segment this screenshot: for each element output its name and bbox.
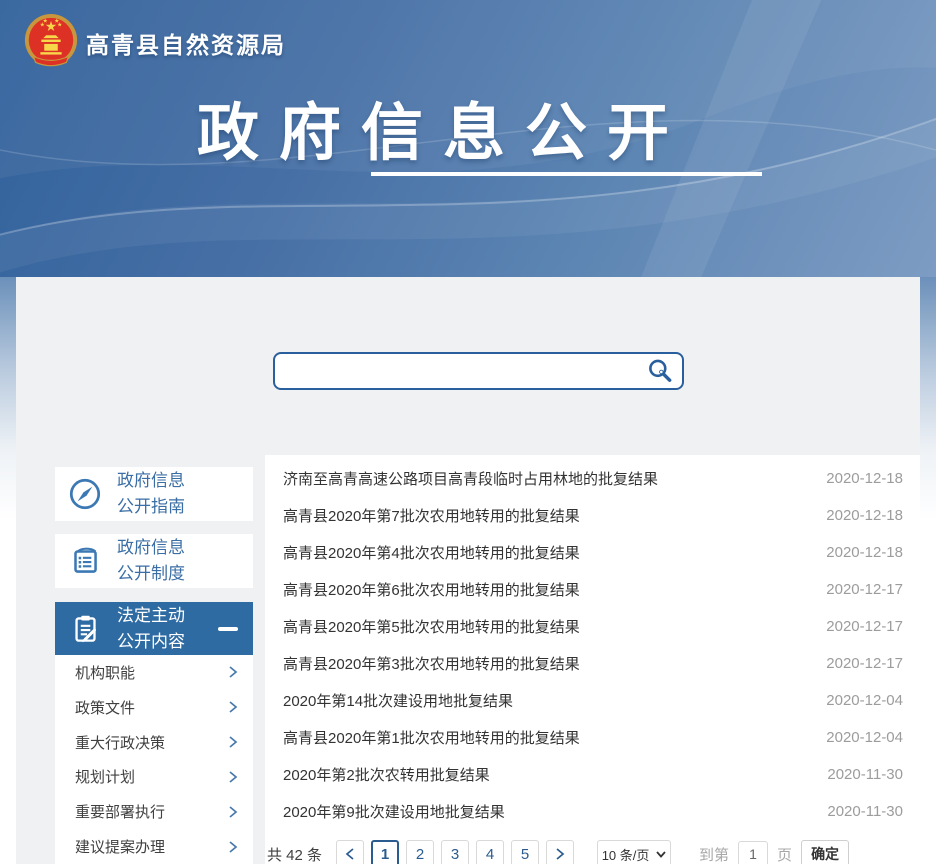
sidebar-item-label: 法定主动 公开内容 [117,603,185,655]
banner-title-underline [371,172,762,176]
goto-page-input[interactable] [738,841,768,864]
list-row: 2020年第2批次农转用批复结果 2020-11-30 [265,756,920,793]
chevron-right-icon [227,770,239,784]
list-row: 2020年第14批次建设用地批复结果 2020-12-04 [265,682,920,719]
list-item-date: 2020-11-30 [827,803,903,820]
page: 高青县自然资源局 政府信息公开 政府信息 公开指南 [0,0,936,864]
list-row: 2020年第9批次建设用地批复结果 2020-11-30 [265,793,920,830]
document-list-icon [66,542,104,580]
list-item-title[interactable]: 高青县2020年第7批次农用地转用的批复结果 [283,505,580,526]
goto-page-suffix: 页 [777,844,792,864]
list-item-date: 2020-12-18 [826,544,903,561]
list-item-title[interactable]: 高青县2020年第6批次农用地转用的批复结果 [283,579,580,600]
list-item-title[interactable]: 高青县2020年第5批次农用地转用的批复结果 [283,616,580,637]
list-item-date: 2020-12-17 [826,655,903,672]
national-emblem-logo [22,11,80,73]
page-number-button[interactable]: 2 [406,840,434,864]
chevron-right-icon [227,735,239,749]
sidebar-submenu: 机构职能 政策文件 重大行政决策 规划计划 [55,655,253,864]
list-row: 高青县2020年第7批次农用地转用的批复结果 2020-12-18 [265,497,920,534]
submenu-item-label: 政策文件 [75,697,135,718]
list-row: 济南至高青高速公路项目高青段临时占用林地的批复结果 2020-12-18 [265,460,920,497]
page-number-button[interactable]: 1 [371,840,399,864]
site-name: 高青县自然资源局 [86,26,286,60]
page-numbers: 1 2 3 4 5 [371,840,546,864]
list-row: 高青县2020年第1批次农用地转用的批复结果 2020-12-04 [265,719,920,756]
clipboard-pencil-icon [66,610,104,648]
pagination-bar: 共 42 条 1 2 3 4 5 10 条/页 [267,840,849,864]
sidebar-item-gov-info-guide[interactable]: 政府信息 公开指南 [55,467,253,521]
sidebar-submenu-item[interactable]: 规划计划 [55,759,253,794]
list-row: 高青县2020年第6批次农用地转用的批复结果 2020-12-17 [265,571,920,608]
sidebar-submenu-item[interactable]: 政策文件 [55,690,253,725]
sidebar-item-gov-info-system[interactable]: 政府信息 公开制度 [55,534,253,588]
chevron-down-icon [656,851,666,858]
collapse-minus-icon[interactable] [218,627,238,631]
submenu-item-label: 重要部署执行 [75,801,165,822]
chevron-right-icon [227,840,239,854]
submenu-item-label: 机构职能 [75,662,135,683]
list-row: 高青县2020年第4批次农用地转用的批复结果 2020-12-18 [265,534,920,571]
sidebar-item-label: 政府信息 公开制度 [117,535,185,587]
search-icon [646,357,674,385]
list-row: 高青县2020年第5批次农用地转用的批复结果 2020-12-17 [265,608,920,645]
list-item-date: 2020-12-18 [826,507,903,524]
list-item-date: 2020-12-17 [826,618,903,635]
list-item-date: 2020-12-17 [826,581,903,598]
list-item-title[interactable]: 济南至高青高速公路项目高青段临时占用林地的批复结果 [283,468,658,489]
list-item-date: 2020-12-18 [826,470,903,487]
list-item-title[interactable]: 高青县2020年第3批次农用地转用的批复结果 [283,653,580,674]
goto-confirm-button[interactable]: 确定 [801,840,849,864]
page-size-value: 10 条/页 [602,845,650,864]
list-item-title[interactable]: 2020年第14批次建设用地批复结果 [283,690,513,711]
sidebar-item-label: 政府信息 公开指南 [117,468,185,520]
list-item-title[interactable]: 高青县2020年第4批次农用地转用的批复结果 [283,542,580,563]
page-number-button[interactable]: 5 [511,840,539,864]
search-input[interactable] [275,356,638,386]
banner: 高青县自然资源局 政府信息公开 [0,0,936,277]
goto-page-prefix: 到第 [699,844,729,864]
next-page-button[interactable] [546,840,574,864]
list-row: 高青县2020年第3批次农用地转用的批复结果 2020-12-17 [265,645,920,682]
chevron-right-icon [227,805,239,819]
banner-title: 政府信息公开 [0,82,911,172]
page-number-button[interactable]: 3 [441,840,469,864]
sidebar-submenu-item[interactable]: 建议提案办理 [55,829,253,864]
list-item-date: 2020-12-04 [826,692,903,709]
chevron-right-icon [227,665,239,679]
submenu-item-label: 规划计划 [75,766,135,787]
sidebar-submenu-item[interactable]: 重大行政决策 [55,725,253,760]
total-count-label: 共 42 条 [267,844,322,864]
document-list: 济南至高青高速公路项目高青段临时占用林地的批复结果 2020-12-18 高青县… [265,455,920,864]
search-button[interactable] [638,354,682,388]
chevron-left-icon [345,847,355,861]
list-item-title[interactable]: 高青县2020年第1批次农用地转用的批复结果 [283,727,580,748]
chevron-right-icon [555,847,565,861]
sidebar-submenu-item[interactable]: 机构职能 [55,655,253,690]
compass-icon [66,475,104,513]
prev-page-button[interactable] [336,840,364,864]
submenu-item-label: 建议提案办理 [75,836,165,857]
page-size-select[interactable]: 10 条/页 [597,840,671,864]
sidebar-submenu-item[interactable]: 重要部署执行 [55,794,253,829]
list-item-title[interactable]: 2020年第9批次建设用地批复结果 [283,801,505,822]
submenu-item-label: 重大行政决策 [75,732,165,753]
list-item-title[interactable]: 2020年第2批次农转用批复结果 [283,764,490,785]
page-number-button[interactable]: 4 [476,840,504,864]
sidebar-item-statutory-disclosure[interactable]: 法定主动 公开内容 [55,602,253,655]
chevron-right-icon [227,700,239,714]
search-box [273,352,684,390]
list-item-date: 2020-11-30 [827,766,903,783]
list-item-date: 2020-12-04 [826,729,903,746]
